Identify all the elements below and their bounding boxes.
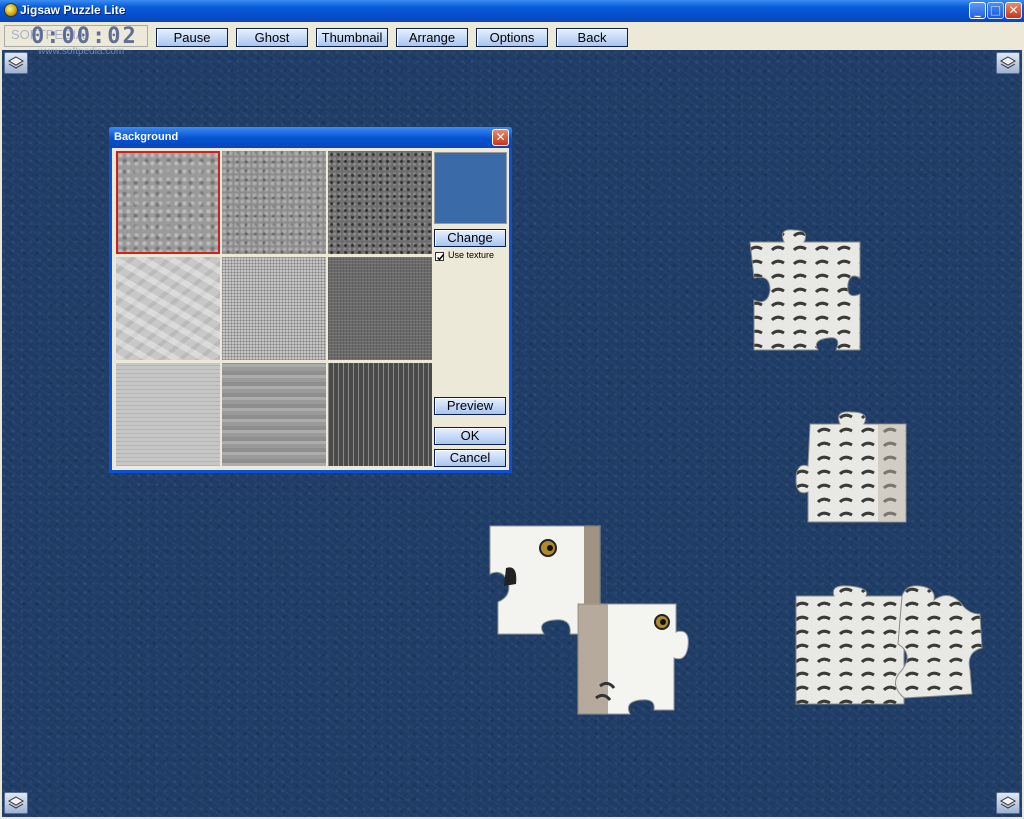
maximize-button[interactable]: □ (987, 2, 1004, 19)
layers-icon (8, 56, 24, 69)
background-color-preview (434, 152, 507, 224)
dialog-close-button[interactable]: ✕ (492, 129, 509, 146)
pause-button[interactable]: Pause (156, 28, 228, 47)
preview-button[interactable]: Preview (434, 397, 506, 415)
layers-icon (1000, 56, 1016, 69)
corner-button-bottom-left[interactable] (4, 792, 28, 814)
background-dialog: Background ✕ Change Use texture Preview … (109, 127, 512, 473)
options-button[interactable]: Options (476, 28, 548, 47)
texture-swatch[interactable] (116, 257, 220, 360)
ok-button[interactable]: OK (434, 427, 506, 445)
use-texture-label: Use texture (448, 250, 495, 260)
puzzle-piece[interactable] (576, 602, 690, 718)
texture-swatch[interactable] (116, 151, 220, 254)
use-texture-checkbox[interactable] (435, 252, 445, 261)
puzzle-piece[interactable] (794, 584, 984, 706)
checkmark-icon (436, 254, 445, 261)
dialog-title-bar[interactable]: Background ✕ (109, 127, 512, 148)
puzzle-piece[interactable] (748, 228, 864, 354)
texture-swatch[interactable] (328, 151, 432, 254)
texture-swatch[interactable] (222, 151, 326, 254)
minimize-button[interactable]: _ (969, 2, 986, 19)
thumbnail-button[interactable]: Thumbnail (316, 28, 388, 47)
layers-icon (1000, 796, 1016, 809)
texture-swatch[interactable] (116, 363, 220, 466)
close-button[interactable]: ✕ (1005, 2, 1022, 19)
watermark-url: www.softpedia.com (38, 46, 125, 57)
corner-button-top-left[interactable] (4, 52, 28, 74)
texture-swatch[interactable] (222, 257, 326, 360)
layers-icon (8, 796, 24, 809)
ghost-button[interactable]: Ghost (236, 28, 308, 47)
dialog-title: Background (114, 131, 179, 143)
app-icon (4, 3, 18, 17)
texture-swatch[interactable] (222, 363, 326, 466)
cancel-button[interactable]: Cancel (434, 449, 506, 467)
puzzle-piece[interactable] (794, 410, 908, 524)
timer-value: 0:00:02 (31, 25, 138, 47)
corner-button-bottom-right[interactable] (996, 792, 1020, 814)
timer-display: SOFTPEDIA 0:00:02 (4, 25, 148, 47)
change-color-button[interactable]: Change (434, 229, 506, 247)
texture-swatch[interactable] (328, 257, 432, 360)
toolbar: SOFTPEDIA 0:00:02 Pause Ghost Thumbnail … (0, 22, 1024, 51)
window-title: Jigsaw Puzzle Lite (20, 3, 126, 17)
corner-button-top-right[interactable] (996, 52, 1020, 74)
arrange-button[interactable]: Arrange (396, 28, 468, 47)
back-button[interactable]: Back (556, 28, 628, 47)
texture-swatch[interactable] (328, 363, 432, 466)
title-bar: Jigsaw Puzzle Lite _ □ ✕ (0, 0, 1024, 22)
